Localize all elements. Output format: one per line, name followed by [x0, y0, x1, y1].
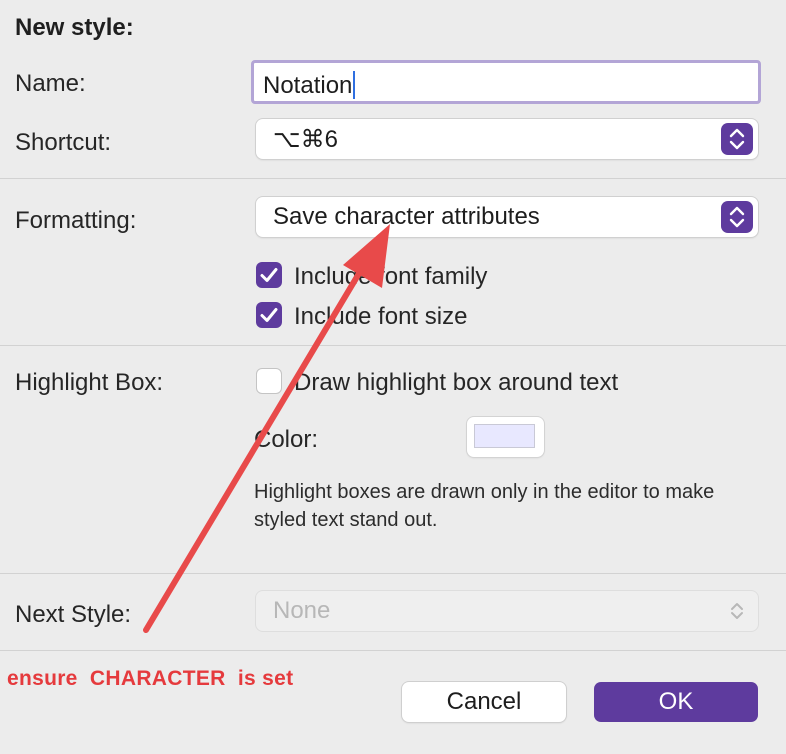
draw-highlight-checkbox[interactable] [256, 368, 282, 394]
checkmark-icon [260, 268, 278, 282]
popup-stepper-icon [721, 595, 753, 627]
color-swatch [474, 424, 535, 448]
name-input[interactable]: Notation [251, 60, 761, 104]
checkmark-icon [260, 308, 278, 322]
separator [0, 178, 786, 179]
include-font-size-label[interactable]: Include font size [294, 303, 467, 331]
name-input-value: Notation [263, 72, 353, 99]
formatting-label: Formatting: [15, 207, 137, 234]
include-font-family-checkbox[interactable] [256, 262, 282, 288]
formatting-popup[interactable]: Save character attributes [256, 197, 758, 237]
next-style-popup[interactable]: None [256, 591, 758, 631]
shortcut-label: Shortcut: [15, 129, 112, 156]
popup-stepper-icon [721, 123, 753, 155]
color-label: Color: [254, 426, 319, 453]
draw-highlight-label[interactable]: Draw highlight box around text [294, 369, 618, 397]
shortcut-popup[interactable]: ⌥⌘6 [256, 119, 758, 159]
cancel-button[interactable]: Cancel [402, 682, 566, 722]
separator [0, 650, 786, 651]
highlight-box-label: Highlight Box: [15, 369, 164, 396]
next-style-value: None [273, 597, 331, 624]
name-label: Name: [15, 70, 86, 97]
dialog-title: New style: [15, 14, 134, 41]
include-font-family-label[interactable]: Include font family [294, 263, 487, 291]
ok-button[interactable]: OK [594, 682, 758, 722]
text-caret [353, 71, 356, 99]
include-font-size-checkbox[interactable] [256, 302, 282, 328]
popup-stepper-icon [721, 201, 753, 233]
separator [0, 573, 786, 574]
formatting-value: Save character attributes [273, 203, 540, 230]
separator [0, 345, 786, 346]
annotation-text: ensure CHARACTER is set [7, 667, 294, 690]
shortcut-value: ⌥⌘6 [273, 126, 339, 153]
highlight-color-well[interactable] [467, 417, 544, 457]
next-style-label: Next Style: [15, 601, 132, 628]
highlight-help-text: Highlight boxes are drawn only in the ed… [254, 481, 715, 531]
